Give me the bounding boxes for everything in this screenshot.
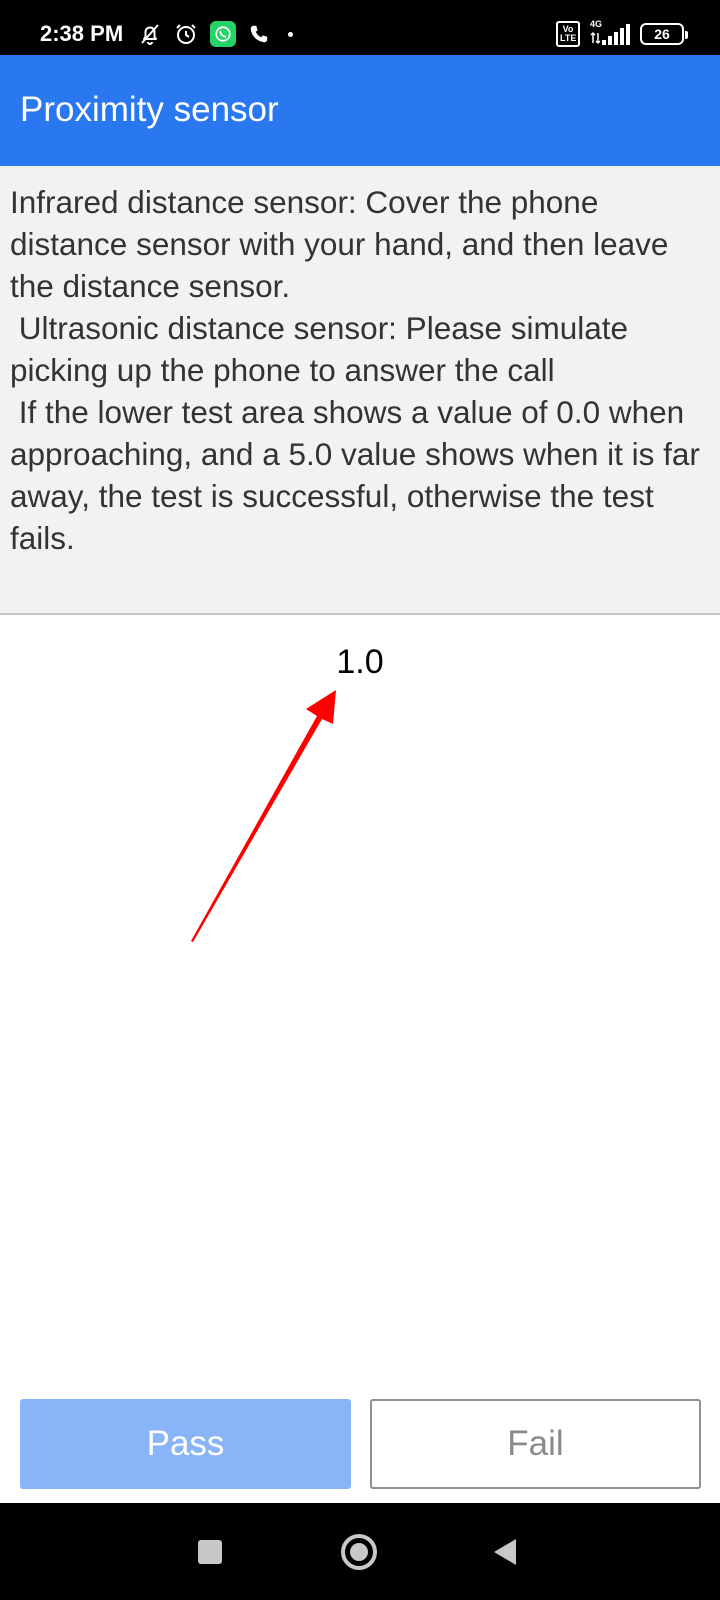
sensor-value: 1.0: [336, 643, 384, 681]
battery-icon: 26: [640, 23, 688, 45]
home-icon[interactable]: [341, 1534, 377, 1570]
status-notification-icons: [138, 20, 293, 48]
app-bar: Proximity sensor: [0, 55, 720, 166]
status-bar: 2:38 PM Vo LTE 4G 26: [0, 0, 720, 55]
phone-icon: [250, 25, 268, 43]
pass-button[interactable]: Pass: [20, 1399, 351, 1489]
navigation-bar: [0, 1503, 720, 1600]
battery-level: 26: [654, 26, 670, 42]
dot-icon: [288, 31, 293, 37]
annotation-arrow-shape: [191, 690, 336, 942]
instructions-text: Infrared distance sensor: Cover the phon…: [10, 184, 700, 556]
back-icon[interactable]: [494, 1539, 516, 1565]
page-title: Proximity sensor: [20, 90, 279, 129]
signal-icon: 4G: [590, 19, 630, 47]
whatsapp-icon: [210, 21, 236, 47]
alarm-icon: [176, 24, 196, 44]
volte-icon: Vo LTE: [556, 21, 580, 47]
fail-button[interactable]: Fail: [370, 1399, 701, 1489]
recents-icon[interactable]: [198, 1540, 222, 1564]
instructions-panel: Infrared distance sensor: Cover the phon…: [0, 166, 720, 615]
status-time: 2:38 PM: [40, 21, 124, 46]
bell-off-icon: [141, 24, 159, 45]
status-system-icons: Vo LTE 4G 26: [556, 19, 688, 48]
